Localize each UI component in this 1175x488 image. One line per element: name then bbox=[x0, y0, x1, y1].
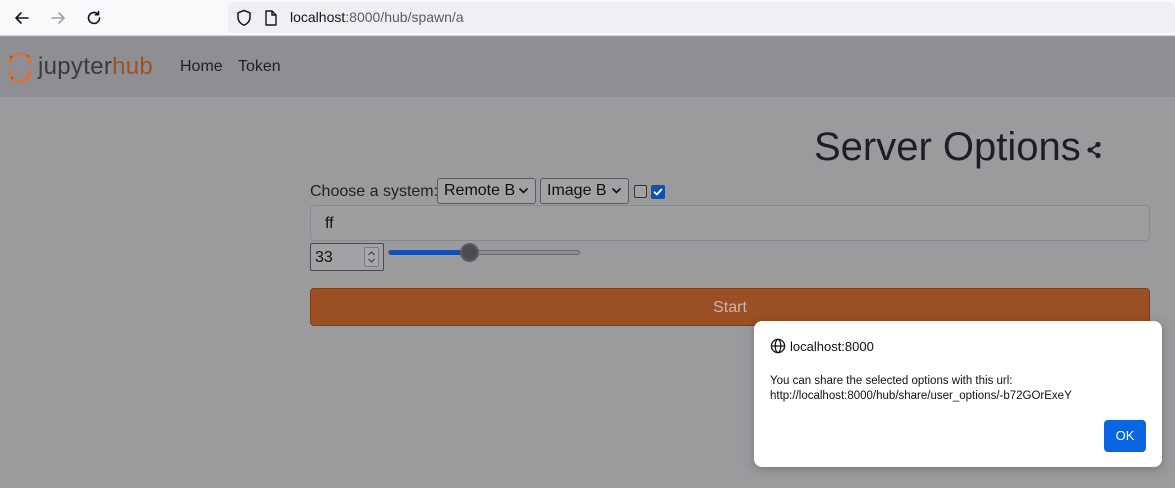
jupyter-logo-icon bbox=[8, 53, 32, 81]
image-select[interactable]: Image B bbox=[540, 178, 629, 204]
ok-button[interactable]: OK bbox=[1104, 420, 1146, 452]
reload-button[interactable] bbox=[82, 6, 106, 30]
dialog-share-url: http://localhost:8000/hub/share/user_opt… bbox=[770, 390, 1072, 402]
page-icon bbox=[264, 10, 278, 31]
dialog-message: You can share the selected options with … bbox=[770, 374, 1072, 404]
shield-icon[interactable] bbox=[236, 9, 252, 32]
alert-dialog: localhost:8000 You can share the selecte… bbox=[754, 321, 1162, 467]
dialog-host: localhost:8000 bbox=[790, 339, 874, 354]
range-slider-fill bbox=[389, 250, 470, 255]
page-title: Server Options bbox=[814, 125, 1081, 169]
forward-button[interactable] bbox=[46, 6, 70, 30]
option-checkbox-checked[interactable] bbox=[651, 185, 665, 199]
logo-text-jupyter: jupyter bbox=[38, 53, 113, 80]
chevron-down-icon bbox=[518, 187, 529, 194]
reload-icon bbox=[87, 10, 101, 25]
text-input[interactable]: ff bbox=[310, 205, 1150, 241]
choose-system-label: Choose a system: bbox=[310, 183, 439, 200]
chevron-down-icon bbox=[611, 187, 622, 194]
arrow-right-icon bbox=[51, 12, 65, 24]
nav-link-home[interactable]: Home bbox=[180, 58, 223, 76]
spinner-arrows-icon bbox=[368, 251, 375, 263]
option-checkbox-unchecked[interactable] bbox=[634, 185, 647, 198]
checkmark-icon bbox=[653, 188, 663, 196]
number-input[interactable]: 33 bbox=[310, 243, 384, 271]
arrow-left-icon bbox=[15, 12, 29, 24]
nav-link-token[interactable]: Token bbox=[238, 58, 281, 76]
system-select[interactable]: Remote B bbox=[437, 178, 536, 204]
url-bar[interactable]: localhost:8000/hub/spawn/a bbox=[228, 2, 1175, 33]
share-icon[interactable] bbox=[1086, 141, 1102, 164]
url-text[interactable]: localhost:8000/hub/spawn/a bbox=[290, 9, 464, 25]
dialog-message-line1: You can share the selected options with … bbox=[770, 375, 1013, 387]
back-button[interactable] bbox=[10, 6, 34, 30]
url-path: :8000/hub/spawn/a bbox=[345, 9, 464, 25]
globe-icon bbox=[770, 338, 786, 359]
jupyterhub-logo[interactable]: jupyterhub bbox=[8, 49, 153, 85]
system-select-value: Remote B bbox=[444, 182, 516, 199]
browser-toolbar: localhost:8000/hub/spawn/a bbox=[0, 0, 1175, 36]
number-input-value: 33 bbox=[315, 249, 333, 266]
range-slider-track[interactable] bbox=[388, 250, 580, 255]
url-host: localhost bbox=[290, 9, 346, 25]
logo-text-hub: hub bbox=[112, 53, 154, 80]
range-slider-thumb[interactable] bbox=[459, 243, 479, 262]
number-spinner[interactable] bbox=[364, 247, 379, 267]
image-select-value: Image B bbox=[547, 182, 607, 199]
text-input-value: ff bbox=[325, 215, 334, 232]
hub-navbar: jupyterhub Home Token bbox=[0, 37, 1175, 97]
